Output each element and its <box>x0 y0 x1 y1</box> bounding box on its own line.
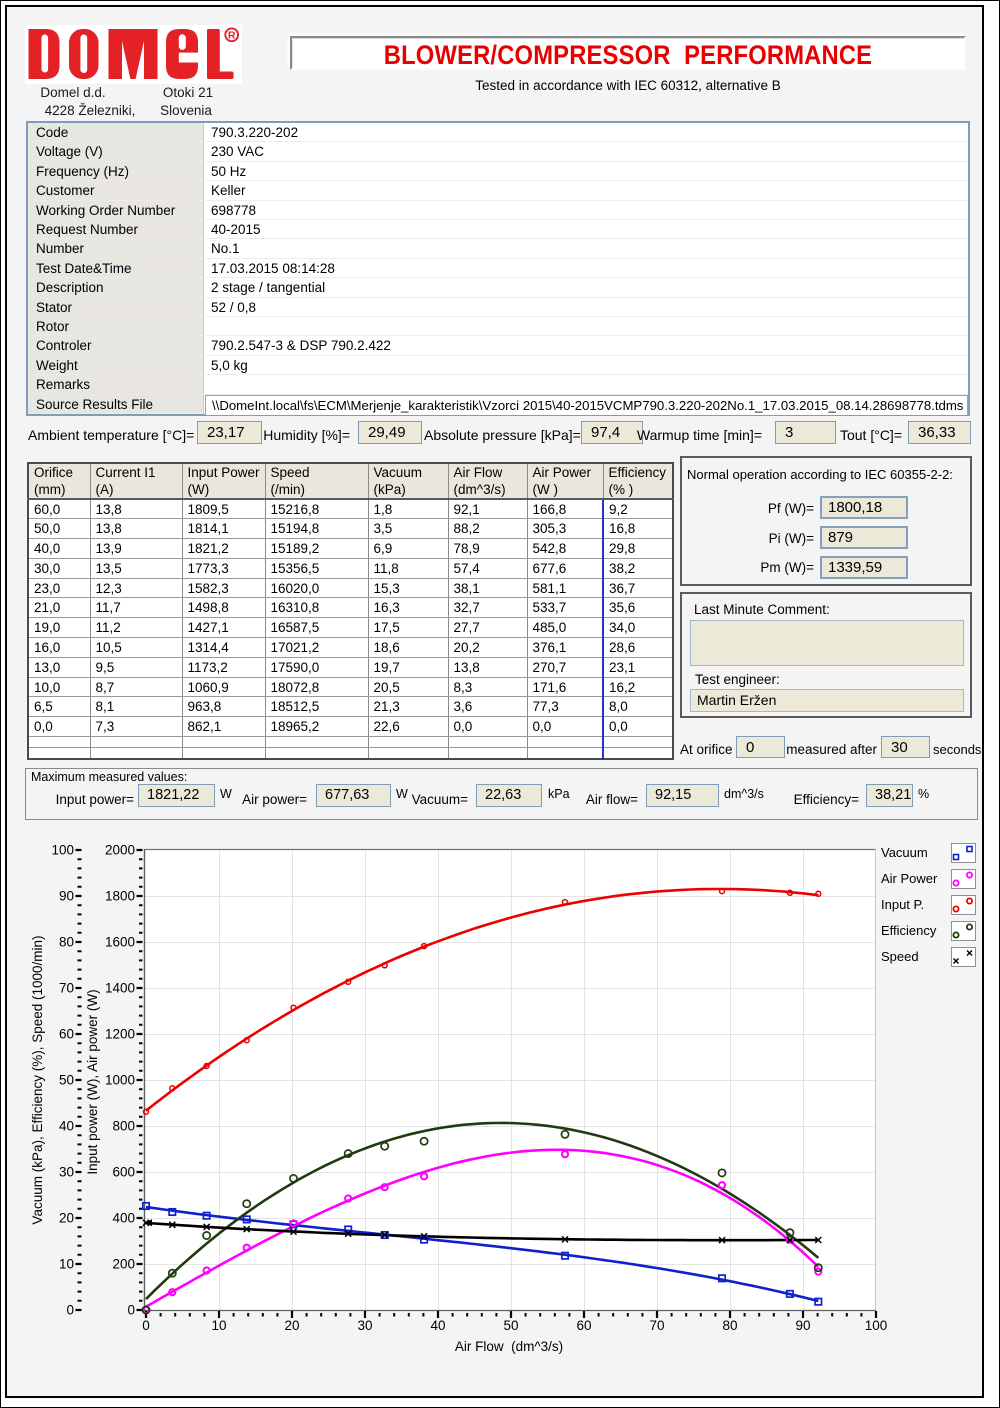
svg-text:100: 100 <box>51 843 74 858</box>
svg-text:50: 50 <box>503 1318 518 1333</box>
svg-text:Vacuum (kPa), Efficiency (%),: Vacuum (kPa), Efficiency (%), Speed (100… <box>30 935 45 1224</box>
svg-text:1400: 1400 <box>105 981 135 996</box>
svg-text:1000: 1000 <box>105 1073 135 1088</box>
svg-text:600: 600 <box>112 1165 135 1180</box>
svg-text:100: 100 <box>865 1318 888 1333</box>
svg-text:20: 20 <box>59 1211 74 1226</box>
svg-text:200: 200 <box>112 1257 135 1272</box>
svg-text:1800: 1800 <box>105 889 135 904</box>
svg-text:1200: 1200 <box>105 1027 135 1042</box>
svg-text:20: 20 <box>284 1318 299 1333</box>
svg-text:10: 10 <box>211 1318 226 1333</box>
svg-text:Air Flow (dm^3/s): Air Flow (dm^3/s) <box>455 1339 563 1354</box>
svg-text:Input P.: Input P. <box>881 897 924 912</box>
svg-text:40: 40 <box>59 1119 74 1134</box>
svg-text:2000: 2000 <box>105 843 135 858</box>
svg-text:1600: 1600 <box>105 935 135 950</box>
svg-text:30: 30 <box>357 1318 372 1333</box>
svg-text:70: 70 <box>649 1318 664 1333</box>
svg-text:90: 90 <box>795 1318 810 1333</box>
svg-text:Air Power: Air Power <box>881 871 938 886</box>
svg-text:60: 60 <box>576 1318 591 1333</box>
svg-text:60: 60 <box>59 1027 74 1042</box>
svg-text:Speed: Speed <box>881 949 919 964</box>
svg-text:80: 80 <box>59 935 74 950</box>
svg-text:800: 800 <box>112 1119 135 1134</box>
svg-text:R: R <box>228 30 236 42</box>
svg-text:90: 90 <box>59 889 74 904</box>
svg-text:0: 0 <box>142 1318 150 1333</box>
svg-text:80: 80 <box>722 1318 737 1333</box>
svg-text:0: 0 <box>127 1303 135 1318</box>
svg-text:10: 10 <box>59 1257 74 1272</box>
svg-text:Vacuum: Vacuum <box>881 845 928 860</box>
svg-text:70: 70 <box>59 981 74 996</box>
svg-text:Efficiency: Efficiency <box>881 923 937 938</box>
svg-text:Input power (W), Air power (W): Input power (W), Air power (W) <box>85 989 100 1174</box>
svg-text:0: 0 <box>66 1303 74 1318</box>
svg-text:30: 30 <box>59 1165 74 1180</box>
svg-text:40: 40 <box>430 1318 445 1333</box>
svg-text:400: 400 <box>112 1211 135 1226</box>
svg-text:50: 50 <box>59 1073 74 1088</box>
